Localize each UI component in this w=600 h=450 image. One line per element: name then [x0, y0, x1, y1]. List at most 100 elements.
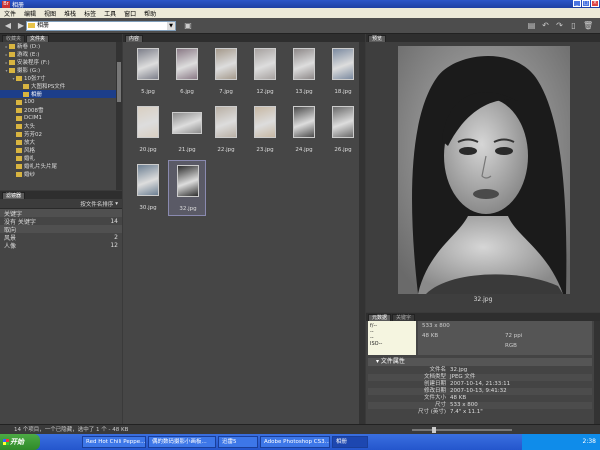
start-button[interactable]: 开始 [0, 434, 40, 450]
folder-item[interactable]: 婚纱 [0, 170, 122, 178]
thumbnail[interactable]: 12.jpg [246, 44, 284, 100]
thumbnail[interactable]: 24.jpg [285, 102, 323, 158]
thumbnail[interactable]: 22.jpg [207, 102, 245, 158]
folder-item[interactable]: ▾ 摄影 (G:) [0, 66, 122, 74]
taskbar-button[interactable]: Adobe Photoshop CS3... [260, 436, 330, 448]
minimize-button[interactable]: _ [573, 0, 581, 7]
thumbnail[interactable]: 20.jpg [129, 102, 167, 158]
thumbnail-filename: 7.jpg [219, 89, 233, 95]
folder-item[interactable]: DCIM1 [0, 114, 122, 122]
folder-item[interactable]: 风格 [0, 146, 122, 154]
taskbar: 开始 Red Hot Chili Peppe... 偶的数码摄影小画板... 迅雷5… [0, 434, 600, 450]
meta-row: 文件大小 48 KB [368, 395, 592, 402]
thumbnail[interactable]: 30.jpg [129, 160, 167, 216]
path-dropdown[interactable]: 相册 ▼ [26, 21, 176, 31]
file-properties-header[interactable]: ▾ 文件属性 [368, 358, 592, 366]
taskbar-button[interactable]: 相册 [332, 436, 368, 448]
thumbnail-image [172, 112, 202, 134]
folder-item[interactable]: 相册 [0, 90, 122, 98]
folder-item[interactable]: 100 [0, 98, 122, 106]
thumbnail-filename: 32.jpg [179, 206, 197, 212]
folder-item[interactable]: 芳芳02 [0, 130, 122, 138]
taskbar-button[interactable]: 迅雷5 [218, 436, 258, 448]
folder-item[interactable]: ▸ 新卷 (D:) [0, 42, 122, 50]
forward-arrow-icon[interactable]: ▶ [16, 21, 26, 31]
folder-item[interactable]: 放大 [0, 138, 122, 146]
meta-scrollbar[interactable] [594, 321, 600, 424]
menu-item-7[interactable]: 帮助 [144, 9, 156, 18]
folder-item[interactable]: 婚礼片头片尾 [0, 162, 122, 170]
tab-keywords[interactable]: 关键字 [392, 314, 416, 321]
tab-favorites[interactable]: 收藏夹 [2, 35, 26, 42]
menu-item-0[interactable]: 文件 [4, 9, 16, 18]
folder-label: 婚礼片头片尾 [24, 164, 58, 170]
thumbnail[interactable]: 7.jpg [207, 44, 245, 100]
tab-filter[interactable]: 滤镜器 [2, 192, 26, 199]
folder-item[interactable]: ▸ 游戏 (E:) [0, 50, 122, 58]
folder-label: DCIM1 [24, 115, 42, 121]
filter-item[interactable]: 风景 2 [0, 233, 122, 242]
new-window-icon[interactable]: ▤ [527, 21, 536, 30]
thumbnail-size-slider[interactable] [412, 427, 512, 433]
thumbnail-filename: 20.jpg [139, 147, 157, 153]
folders-scrollbar[interactable] [116, 42, 122, 190]
rotate-right-icon[interactable]: ↷ [555, 21, 564, 30]
tab-folders[interactable]: 文件夹 [26, 35, 50, 42]
trash-icon[interactable]: 🗑 [583, 21, 593, 30]
sort-menu[interactable]: 按文件名排序 ▾ [0, 199, 122, 209]
folder-label: 游戏 (E:) [17, 52, 40, 58]
slider-knob[interactable] [432, 427, 436, 433]
taskbar-button[interactable]: 偶的数码摄影小画板... [148, 436, 216, 448]
thumbnail[interactable]: 13.jpg [285, 44, 323, 100]
menu-item-3[interactable]: 堆栈 [64, 9, 76, 18]
scroll-thumb[interactable] [117, 62, 121, 102]
folder-label: 婚礼 [24, 156, 36, 162]
chevron-down-icon[interactable]: ▼ [167, 22, 175, 30]
content-scrollbar[interactable] [359, 42, 365, 424]
tab-content[interactable]: 内容 [125, 35, 144, 42]
thumbnail[interactable]: 5.jpg [129, 44, 167, 100]
thumbnail[interactable]: 32.jpg [168, 160, 206, 216]
thumbnail-image [293, 106, 315, 138]
tab-preview[interactable]: 预览 [368, 35, 387, 42]
filter-item[interactable]: 没有 关键字 14 [0, 217, 122, 226]
preview-caption: 32.jpg [473, 296, 493, 303]
preview-panel: 预览 32.jpg [366, 34, 600, 312]
back-arrow-icon[interactable]: ◀ [3, 21, 13, 31]
taskbar-button[interactable]: Red Hot Chili Peppe... [82, 436, 146, 448]
filter-panel: 滤镜器 按文件名排序 ▾ 关键字 没有 关键字 14 取向 风景 2 人像 12 [0, 191, 122, 424]
filter-category[interactable]: 取向 [0, 225, 122, 234]
menu-item-2[interactable]: 视图 [44, 9, 56, 18]
tab-metadata[interactable]: 元数据 [368, 314, 392, 321]
content-panel: 内容 5.jpg 6.jpg 7.jpg 12.jpg 13.jpg 18.jpg 20.j… [123, 34, 365, 424]
thumbnail[interactable]: 18.jpg [324, 44, 362, 100]
file-summary-card: 533 x 800 48 KB 72 ppi RGB [418, 321, 592, 355]
menu-item-1[interactable]: 编辑 [24, 9, 36, 18]
rotate-left-icon[interactable]: ↶ [541, 21, 550, 30]
open-icon[interactable]: ▯ [569, 21, 578, 30]
thumbnail-filename: 5.jpg [141, 89, 155, 95]
thumbnail-filename: 26.jpg [334, 147, 352, 153]
folder-item[interactable]: 2008雪 [0, 106, 122, 114]
folder-item[interactable]: 婚礼 [0, 154, 122, 162]
folder-item[interactable]: ▸ 安装程序 (F:) [0, 58, 122, 66]
camera-icon[interactable]: ▣ [183, 21, 193, 31]
thumbnail[interactable]: 23.jpg [246, 102, 284, 158]
folder-item[interactable]: ▾ 10张7寸 [0, 74, 122, 82]
maximize-button[interactable]: □ [582, 0, 590, 7]
thumbnail[interactable]: 21.jpg [168, 102, 206, 158]
thumbnail-filename: 30.jpg [139, 205, 157, 211]
filter-list: 关键字 没有 关键字 14 取向 风景 2 人像 12 [0, 209, 122, 250]
filter-item[interactable]: 人像 12 [0, 241, 122, 250]
menu-item-6[interactable]: 窗口 [124, 9, 136, 18]
thumbnail[interactable]: 6.jpg [168, 44, 206, 100]
menu-item-5[interactable]: 工具 [104, 9, 116, 18]
window-controls: _ □ × [573, 0, 599, 7]
folders-tabstrip: 收藏夹 文件夹 [0, 34, 122, 42]
close-button[interactable]: × [591, 0, 599, 7]
thumbnail[interactable]: 26.jpg [324, 102, 362, 158]
folder-item[interactable]: 大图和PS文件 [0, 82, 122, 90]
menu-item-4[interactable]: 标签 [84, 9, 96, 18]
folder-item[interactable]: 大头 [0, 122, 122, 130]
folder-icon [16, 155, 22, 161]
